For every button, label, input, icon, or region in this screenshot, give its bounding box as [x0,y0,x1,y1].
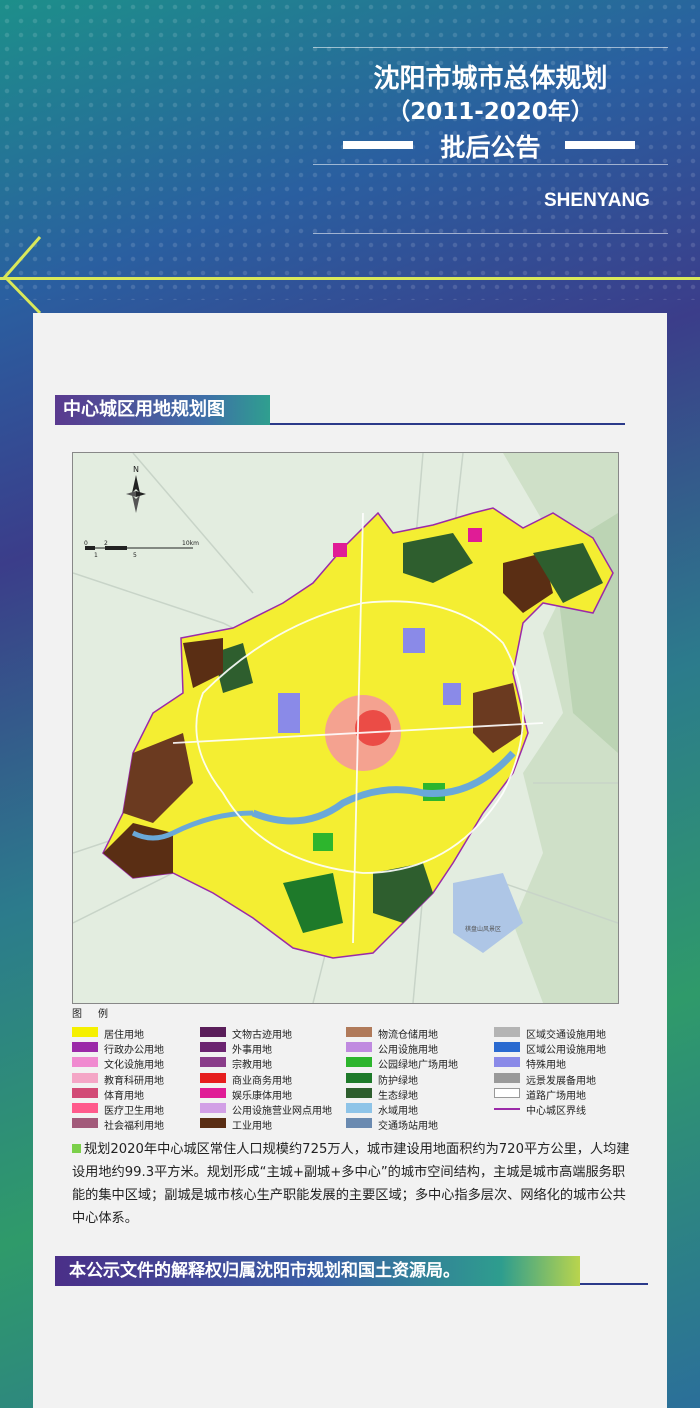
legend-swatch [72,1057,98,1068]
plan-description: 规划2020年中心城区常住人口规模约725万人，城市建设用地面积约为720平方公… [72,1138,632,1230]
legend-swatch [200,1042,226,1053]
legend-label: 防护绿地 [378,1075,418,1087]
land-use-map: 棋盘山风景区 N 0 2 10km 1 5 [72,452,619,1004]
legend-swatch [346,1057,372,1068]
header-bottom-rule [313,164,668,165]
legend-swatch [346,1042,372,1053]
legend-swatch [494,1057,520,1068]
legend-label: 体育用地 [104,1090,144,1102]
title-right-bar [565,141,635,149]
header-base-rule [313,233,668,234]
legend-swatch [346,1103,372,1113]
legend-swatch [72,1087,98,1098]
footer-notice: 本公示文件的解释权归属沈阳市规划和国土资源局。 [55,1256,580,1286]
legend-label: 水域用地 [378,1106,418,1117]
legend-label: 交通场站用地 [378,1121,438,1133]
legend-label: 居住用地 [104,1030,144,1041]
header-top-rule [313,47,668,48]
legend-label: 中心城区界线 [526,1106,586,1117]
legend-swatch [72,1103,98,1113]
legend-label: 文化设施用地 [104,1060,164,1072]
legend-swatch [346,1118,372,1129]
svg-text:1: 1 [94,552,98,559]
legend-swatch [494,1087,520,1098]
section-title: 中心城区用地规划图 [55,395,270,425]
legend-swatch [200,1057,226,1068]
city-name-english: SHENYANG [544,190,650,211]
legend-label: 文物古迹用地 [232,1030,292,1041]
legend-swatch [72,1027,98,1037]
legend-swatch [72,1072,98,1083]
legend-label: 商业商务用地 [232,1075,292,1087]
legend-swatch [200,1027,226,1037]
bullet-square-icon [72,1144,81,1153]
legend-label: 医疗卫生用地 [104,1106,164,1117]
svg-text:5: 5 [133,552,137,559]
legend-swatch [72,1118,98,1129]
legend-swatch [200,1118,226,1129]
legend-label: 特殊用地 [526,1060,566,1072]
legend-swatch [346,1087,372,1098]
lake-label: 棋盘山风景区 [465,925,501,933]
legend-label: 外事用地 [232,1045,272,1057]
legend-label: 道路广场用地 [526,1090,586,1102]
legend-title: 图 例 [72,1009,111,1020]
legend-swatch [494,1072,520,1083]
legend-swatch [200,1087,226,1098]
legend-label: 生态绿地 [378,1090,418,1102]
svg-text:N: N [133,465,139,474]
legend-label: 公园绿地广场用地 [378,1060,458,1072]
page-title-line2: （2011-2020年） [387,99,594,125]
svg-text:2: 2 [104,540,108,547]
legend-label: 物流仓储用地 [378,1030,438,1041]
legend-swatch [494,1027,520,1037]
legend-swatch [494,1108,520,1110]
legend-label: 工业用地 [232,1121,272,1133]
legend-label: 区域交通设施用地 [526,1030,606,1041]
svg-text:0: 0 [84,540,88,547]
legend-label: 区域公用设施用地 [526,1045,606,1057]
legend-label: 公用设施用地 [378,1045,438,1057]
legend-label: 社会福利用地 [104,1121,164,1133]
legend-label: 娱乐康体用地 [232,1090,292,1102]
legend-swatch [200,1072,226,1083]
legend-label: 宗教用地 [232,1060,272,1072]
legend-swatch [200,1103,226,1113]
svg-text:10km: 10km [182,540,199,547]
page-title-line1: 沈阳市城市总体规划 [373,64,608,94]
yellow-divider-line [0,277,700,280]
legend-label: 远景发展备用地 [526,1075,596,1087]
footer-rule [580,1283,648,1285]
plan-description-text: 规划2020年中心城区常住人口规模约725万人，城市建设用地面积约为720平方公… [72,1142,630,1226]
legend-label: 公用设施营业网点用地 [232,1106,332,1117]
legend-swatch [346,1027,372,1037]
arrow-left-icon[interactable] [0,235,45,315]
legend-label: 行政办公用地 [104,1045,164,1057]
legend-swatch [72,1042,98,1053]
legend-swatch [346,1072,372,1083]
legend-swatch [494,1042,520,1053]
section-title-rule [270,423,625,425]
legend-label: 教育科研用地 [104,1075,164,1087]
